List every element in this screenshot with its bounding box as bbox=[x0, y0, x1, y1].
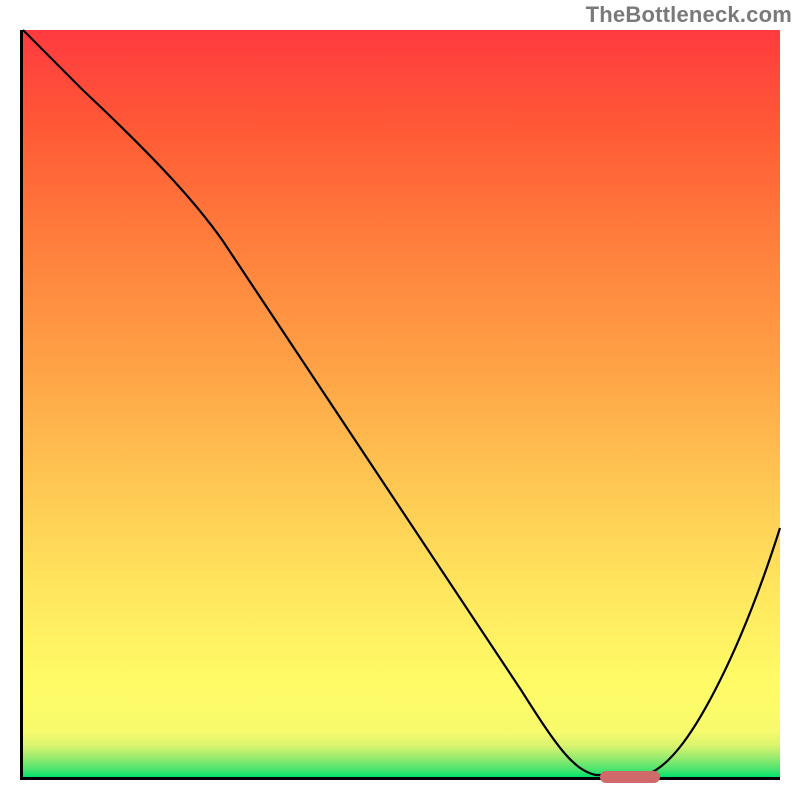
bottleneck-curve bbox=[23, 30, 780, 777]
chart-frame: TheBottleneck.com bbox=[0, 0, 800, 800]
optimal-range-marker bbox=[600, 771, 660, 783]
curve-path bbox=[23, 30, 780, 775]
plot-area bbox=[20, 30, 780, 780]
watermark-text: TheBottleneck.com bbox=[586, 2, 792, 28]
